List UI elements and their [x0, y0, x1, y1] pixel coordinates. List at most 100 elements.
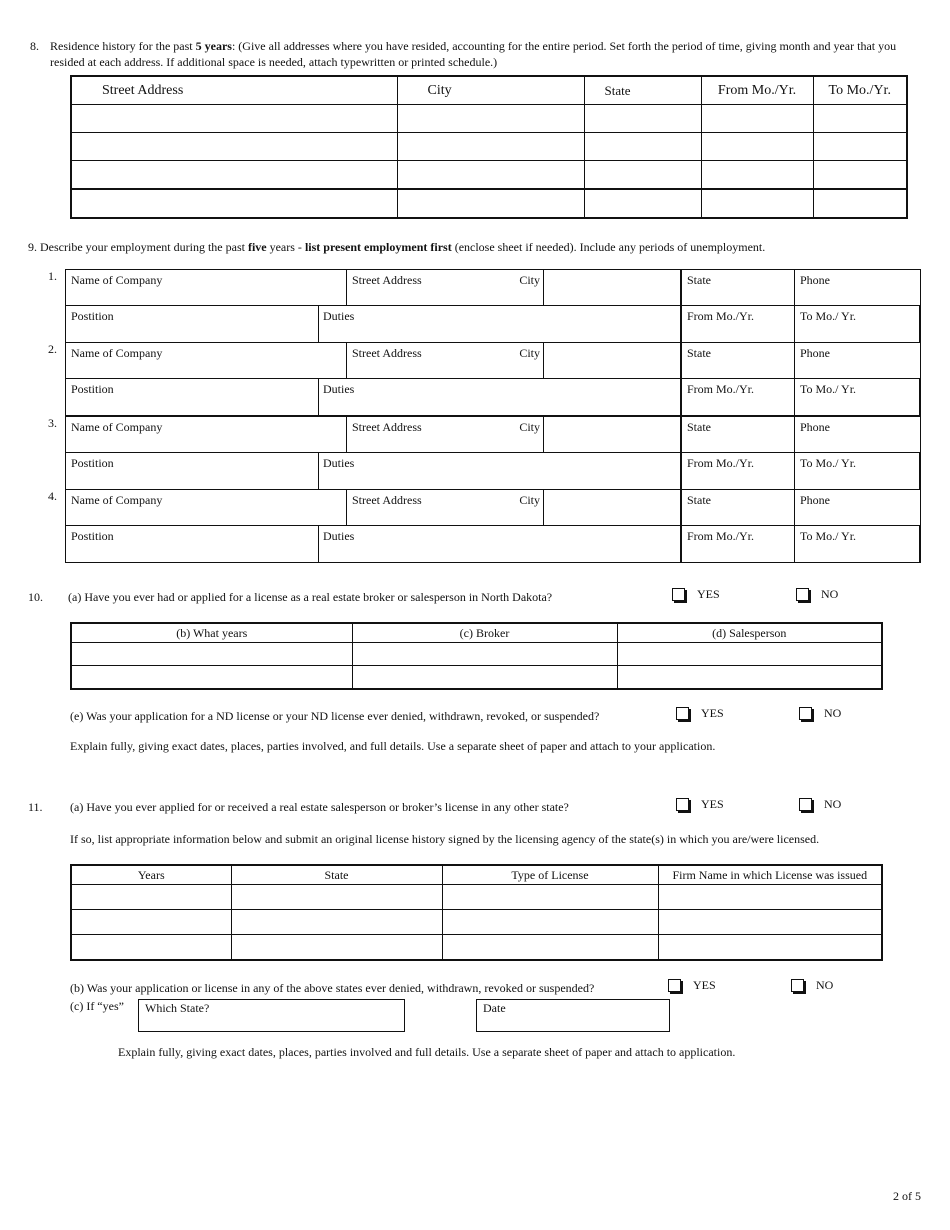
from-date-field[interactable]: From Mo./Yr. — [680, 378, 796, 416]
years-input[interactable] — [70, 909, 232, 935]
residence-from-input[interactable] — [700, 188, 814, 219]
checkbox-icon[interactable] — [668, 979, 681, 992]
years-input[interactable] — [70, 642, 353, 666]
q11a-no-option[interactable]: NO — [799, 797, 841, 812]
residence-from-input[interactable] — [700, 160, 814, 190]
nd-license-table: (b) What years (c) Broker (d) Salesperso… — [70, 622, 883, 690]
to-date-field[interactable]: To Mo./ Yr. — [794, 378, 921, 416]
to-date-field[interactable]: To Mo./ Yr. — [794, 305, 921, 343]
q11-if-so-text: If so, list appropriate information belo… — [70, 832, 820, 846]
residence-street-input[interactable] — [70, 188, 398, 219]
residence-city-input[interactable] — [396, 160, 585, 190]
residence-state-input[interactable] — [583, 132, 702, 161]
firm-name-input[interactable] — [657, 934, 883, 961]
residence-city-input[interactable] — [396, 188, 585, 219]
state-field[interactable]: State — [680, 416, 796, 454]
street-address-field[interactable]: Street Address City — [346, 342, 545, 380]
state-field[interactable]: State — [680, 342, 796, 380]
years-input[interactable] — [70, 665, 353, 690]
state-field[interactable]: State — [680, 489, 796, 527]
city-field[interactable] — [543, 416, 682, 454]
city-field[interactable] — [543, 342, 682, 380]
q11b-yes-option[interactable]: YES — [668, 978, 716, 993]
license-type-input[interactable] — [441, 909, 659, 935]
position-field[interactable]: Postition — [65, 378, 320, 416]
date-field[interactable]: Date — [476, 999, 670, 1032]
residence-from-input[interactable] — [700, 104, 814, 133]
street-address-field[interactable]: Street Address City — [346, 269, 545, 307]
company-name-label: Name of Company — [71, 420, 163, 434]
phone-label: Phone — [800, 493, 830, 507]
checkbox-icon[interactable] — [796, 588, 809, 601]
position-label: Postition — [71, 309, 114, 323]
broker-input[interactable] — [351, 665, 618, 690]
position-field[interactable]: Postition — [65, 525, 320, 563]
to-date-field[interactable]: To Mo./ Yr. — [794, 525, 921, 563]
years-input[interactable] — [70, 884, 232, 910]
company-name-field[interactable]: Name of Company — [65, 342, 348, 380]
position-field[interactable]: Postition — [65, 452, 320, 490]
state-input[interactable] — [230, 909, 443, 935]
q10a-no-option[interactable]: NO — [796, 587, 838, 602]
state-field[interactable]: State — [680, 269, 796, 307]
residence-city-input[interactable] — [396, 132, 585, 161]
from-date-field[interactable]: From Mo./Yr. — [680, 452, 796, 490]
phone-field[interactable]: Phone — [794, 269, 921, 307]
phone-field[interactable]: Phone — [794, 416, 921, 454]
checkbox-icon[interactable] — [676, 798, 689, 811]
q11b-no-option[interactable]: NO — [791, 978, 833, 993]
checkbox-icon[interactable] — [799, 707, 812, 720]
which-state-field[interactable]: Which State? — [138, 999, 405, 1032]
residence-city-input[interactable] — [396, 104, 585, 133]
from-date-field[interactable]: From Mo./Yr. — [680, 525, 796, 563]
q10e-yes-option[interactable]: YES — [676, 706, 724, 721]
residence-street-input[interactable] — [70, 104, 398, 133]
street-address-field[interactable]: Street Address City — [346, 416, 545, 454]
city-field[interactable] — [543, 269, 682, 307]
state-input[interactable] — [230, 934, 443, 961]
broker-input[interactable] — [351, 642, 618, 666]
which-state-label: Which State? — [145, 1001, 210, 1015]
checkbox-icon[interactable] — [791, 979, 804, 992]
years-input[interactable] — [70, 934, 232, 961]
residence-state-input[interactable] — [583, 104, 702, 133]
checkbox-icon[interactable] — [676, 707, 689, 720]
residence-state-input[interactable] — [583, 160, 702, 190]
q11a-yes-option[interactable]: YES — [676, 797, 724, 812]
residence-to-input[interactable] — [812, 160, 908, 190]
state-input[interactable] — [230, 884, 443, 910]
salesperson-input[interactable] — [616, 665, 883, 690]
q10a-yes-option[interactable]: YES — [672, 587, 720, 602]
state-label: State — [687, 273, 711, 287]
residence-to-input[interactable] — [812, 188, 908, 219]
company-name-field[interactable]: Name of Company — [65, 489, 348, 527]
from-date-field[interactable]: From Mo./Yr. — [680, 305, 796, 343]
street-address-field[interactable]: Street Address City — [346, 489, 545, 527]
q8-question: Residence history for the past 5 years: … — [50, 38, 930, 54]
residence-from-input[interactable] — [700, 132, 814, 161]
residence-street-input[interactable] — [70, 160, 398, 190]
license-type-input[interactable] — [441, 934, 659, 961]
position-field[interactable]: Postition — [65, 305, 320, 343]
residence-state-input[interactable] — [583, 188, 702, 219]
firm-name-input[interactable] — [657, 884, 883, 910]
duties-field[interactable]: Duties — [318, 452, 682, 490]
residence-to-input[interactable] — [812, 104, 908, 133]
firm-name-input[interactable] — [657, 909, 883, 935]
salesperson-input[interactable] — [616, 642, 883, 666]
phone-field[interactable]: Phone — [794, 342, 921, 380]
residence-to-input[interactable] — [812, 132, 908, 161]
checkbox-icon[interactable] — [672, 588, 685, 601]
duties-field[interactable]: Duties — [318, 378, 682, 416]
company-name-field[interactable]: Name of Company — [65, 416, 348, 454]
phone-field[interactable]: Phone — [794, 489, 921, 527]
to-date-field[interactable]: To Mo./ Yr. — [794, 452, 921, 490]
residence-street-input[interactable] — [70, 132, 398, 161]
duties-field[interactable]: Duties — [318, 525, 682, 563]
company-name-field[interactable]: Name of Company — [65, 269, 348, 307]
checkbox-icon[interactable] — [799, 798, 812, 811]
city-field[interactable] — [543, 489, 682, 527]
license-type-input[interactable] — [441, 884, 659, 910]
duties-field[interactable]: Duties — [318, 305, 682, 343]
q10e-no-option[interactable]: NO — [799, 706, 841, 721]
